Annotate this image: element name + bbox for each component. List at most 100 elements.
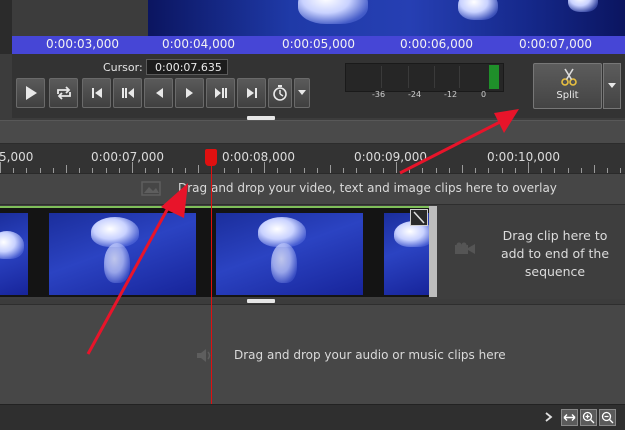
chevron-right-icon [545,412,553,422]
ruler-tick-mark [290,168,291,173]
add-to-end-hint: Drag clip here to add to end of the sequ… [500,228,610,279]
overlay-track[interactable]: Drag and drop your video, text and image… [0,174,625,205]
clip-thumbnail [49,213,196,295]
go-to-start-button[interactable] [82,78,111,108]
ruler-tick-mark [26,168,27,173]
ruler-tick-mark [40,168,41,173]
fit-to-width-button[interactable] [561,409,578,426]
step-back-icon [155,88,163,98]
cursor-label: Cursor: [103,61,143,74]
timeline-ruler-label: 0:00:10,000 [487,150,560,164]
clip-trim-handle[interactable] [429,206,437,297]
zoom-in-icon [582,411,595,424]
ruler-tick-mark [132,162,133,173]
preview-ruler-tick: 0:00:04,000 [162,37,235,51]
preview-jellyfish [298,0,368,24]
ruler-tick-mark [172,168,173,173]
preview-ruler-tick: 0:00:03,000 [46,37,119,51]
ruler-tick-mark [607,168,608,173]
arrows-horizontal-icon [563,414,576,421]
split-label: Split [556,90,579,101]
step-forward-double-icon [214,88,227,98]
preview-ruler-tick: 0:00:05,000 [282,37,355,51]
ruler-tick-mark [317,168,318,173]
ruler-tick-mark [264,162,265,173]
clip-thumbnail [216,213,363,295]
ruler-tick-mark [356,168,357,173]
next-frame-group-button[interactable] [206,78,235,108]
video-preview [148,0,625,36]
preview-time-ruler[interactable]: 0:00:03,000 0:00:04,000 0:00:05,000 0:00… [12,36,625,54]
ruler-tick-mark [581,168,582,173]
meter-label: -24 [408,90,422,99]
ruler-tick-mark [568,168,569,173]
ruler-tick-mark [79,168,80,173]
zoom-in-button[interactable] [580,409,597,426]
go-to-end-button[interactable] [237,78,266,108]
skip-end-icon [246,88,257,98]
ruler-tick-mark [502,168,503,173]
next-frame-button[interactable] [175,78,204,108]
ruler-tick-mark [330,165,331,173]
play-button[interactable] [16,78,45,108]
ruler-tick-mark [198,165,199,173]
playhead-handle[interactable] [205,149,217,166]
ruler-tick-mark [594,165,595,173]
speed-dropdown[interactable] [294,78,310,108]
ruler-tick-mark [462,165,463,173]
audio-hint: Drag and drop your audio or music clips … [234,348,506,362]
ruler-tick-mark [396,162,397,173]
cursor-time-field[interactable]: 0:00:07.635 [146,59,228,75]
ruler-tick-mark [277,168,278,173]
ruler-tick-mark [449,168,450,173]
speed-button[interactable] [268,78,292,108]
ruler-tick-mark [304,168,305,173]
ruler-tick-mark [0,162,1,173]
ruler-tick-mark [422,168,423,173]
zoom-out-button[interactable] [599,409,616,426]
timeline-ruler[interactable]: 5,000 0:00:07,000 0:00:08,000 0:00:09,00… [0,144,625,174]
ruler-tick-mark [185,168,186,173]
ruler-tick-mark [436,168,437,173]
split-button[interactable]: Split [533,63,602,109]
video-clip[interactable] [0,206,437,297]
play-icon [25,86,37,100]
toolbar-separator [0,120,625,144]
ruler-tick-mark [145,168,146,173]
step-forward-icon [185,88,193,98]
meter-label: -12 [444,90,458,99]
loop-icon [56,86,71,100]
chevron-down-icon [298,90,306,95]
previous-frame-button[interactable] [144,78,173,108]
scissors-icon [561,68,577,86]
preview-jellyfish [568,0,598,12]
preview-left-panel [0,0,12,54]
meter-label: -36 [372,90,386,99]
audio-level-meter [345,63,504,92]
transition-icon[interactable] [410,209,428,226]
ruler-tick-mark [119,168,120,173]
zoom-out-icon [601,411,614,424]
ruler-tick-mark [541,168,542,173]
timeline-bottom-bar [0,404,625,430]
meter-label: 0 [481,90,487,99]
loop-button[interactable] [49,78,78,108]
audio-track[interactable]: Drag and drop your audio or music clips … [0,304,625,404]
meter-level-bar [489,65,499,89]
transport-controls [16,78,316,110]
ruler-tick-mark [13,168,14,173]
ruler-tick-mark [383,168,384,173]
ruler-tick-mark [409,168,410,173]
track-resize-handle[interactable] [247,299,275,303]
ruler-tick-mark [370,168,371,173]
clip-thumbnail [0,213,28,295]
ruler-tick-mark [488,168,489,173]
timeline-ruler-label: 5,000 [0,150,34,164]
timeline-ruler-label: 0:00:09,000 [354,150,427,164]
ruler-tick-mark [251,168,252,173]
ruler-tick-mark [224,168,225,173]
ruler-tick-mark [620,168,621,173]
previous-frame-group-button[interactable] [113,78,142,108]
split-dropdown[interactable] [603,63,621,109]
chevron-down-icon [608,83,616,88]
